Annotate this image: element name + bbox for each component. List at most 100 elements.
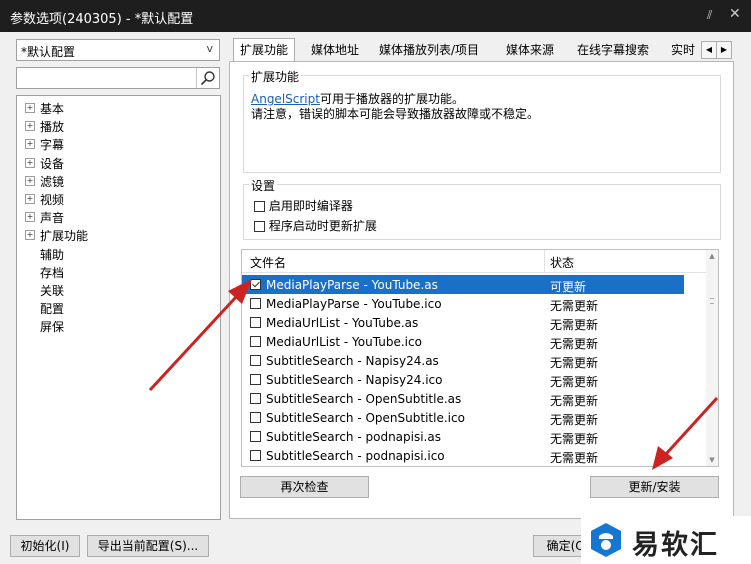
row-checkbox[interactable] [250, 298, 261, 309]
jit-checkbox[interactable] [254, 201, 265, 212]
preset-value: *默认配置 [21, 45, 76, 59]
tree-item-label: 设备 [40, 156, 65, 171]
expand-icon[interactable]: + [25, 121, 35, 132]
jit-option[interactable]: 启用即时编译器 [254, 197, 353, 214]
file-status: 无需更新 [550, 394, 599, 408]
table-row[interactable]: SubtitleSearch - OpenSubtitle.ico 无需更新 [242, 408, 684, 427]
settings-search-box[interactable] [16, 67, 220, 89]
row-checkbox[interactable] [250, 355, 261, 366]
scroll-down-icon[interactable]: ▼ [706, 454, 718, 466]
table-row[interactable]: SubtitleSearch - podnapisi.ico 无需更新 [242, 446, 684, 465]
tab-bar: 扩展功能 媒体地址 媒体播放列表/项目 媒体来源 在线字幕搜索 实时 [229, 38, 721, 62]
expand-icon[interactable]: + [25, 194, 35, 204]
row-checkbox[interactable] [250, 450, 261, 461]
settings-tree: + 基本 + 播放 + 字幕 + 设备 + 滤镜 + 视频 + 声音 + 扩展功能 辅助 存档 关联 配置 屏保 [16, 95, 221, 520]
expand-icon[interactable]: + [25, 212, 35, 223]
tab-2[interactable]: 媒体地址 [305, 40, 365, 60]
row-checkbox[interactable] [250, 393, 261, 404]
table-row[interactable]: SubtitleSearch - Napisy24.ico 无需更新 [242, 370, 684, 389]
row-checkbox[interactable] [250, 317, 261, 328]
update-install-button[interactable]: 更新/安装 [590, 476, 719, 498]
tab-3[interactable]: 媒体播放列表/项目 [373, 40, 485, 60]
extension-group-title: 扩展功能 [249, 68, 302, 85]
row-checkbox[interactable] [250, 412, 261, 423]
column-header-status[interactable]: 状态 [550, 254, 574, 271]
table-row[interactable]: MediaPlayParse - YouTube.as 可更新 [242, 275, 684, 294]
tab-6[interactable]: 实时 [665, 40, 701, 60]
search-input[interactable] [19, 69, 199, 87]
file-status: 无需更新 [550, 299, 599, 313]
table-row[interactable]: SubtitleSearch - Napisy24.as 无需更新 [242, 351, 684, 370]
tree-item-label: 滤镜 [40, 174, 65, 189]
tree-item-label: 存档 [40, 265, 65, 280]
file-name: MediaPlayParse - YouTube.as [266, 278, 438, 292]
file-status: 无需更新 [550, 318, 599, 332]
file-name: SubtitleSearch - OpenSubtitle.as [266, 392, 462, 406]
table-row[interactable]: MediaUrlList - YouTube.as 无需更新 [242, 313, 684, 332]
tab-5[interactable]: 在线字幕搜索 [571, 40, 655, 60]
file-name: SubtitleSearch - podnapisi.as [266, 430, 441, 444]
tree-item-label: 声音 [40, 211, 65, 226]
table-row[interactable]: MediaUrlList - YouTube.ico 无需更新 [242, 332, 684, 351]
init-button[interactable]: 初始化(I) [10, 535, 80, 557]
file-name: MediaUrlList - YouTube.as [266, 316, 419, 330]
watermark-text: 易软汇 [632, 530, 719, 561]
chevron-down-icon: v [206, 42, 213, 55]
recheck-button[interactable]: 再次检查 [240, 476, 369, 498]
expand-icon[interactable]: + [25, 103, 35, 113]
vertical-scrollbar[interactable]: ▲ ▼ [706, 250, 718, 466]
tree-item-label: 关联 [40, 284, 65, 298]
export-config-button[interactable]: 导出当前配置(S)... [87, 535, 209, 557]
file-name: SubtitleSearch - OpenSubtitle.ico [266, 411, 465, 425]
table-row[interactable]: SubtitleSearch - podnapisi.as 无需更新 [242, 427, 684, 446]
file-status: 可更新 [550, 280, 587, 294]
table-row[interactable]: MediaPlayParse - YouTube.ico 无需更新 [242, 294, 684, 313]
row-checkbox[interactable] [250, 374, 261, 385]
extension-file-list: 文件名 状态 MediaPlayParse - YouTube.as 可更新 Med… [241, 249, 719, 467]
expand-icon[interactable]: + [25, 157, 35, 168]
row-checkbox[interactable] [250, 336, 261, 347]
pin-icon[interactable]: ⫽ [707, 8, 712, 23]
tab-1[interactable]: 扩展功能 [233, 38, 296, 62]
tree-item-label: 屏保 [40, 320, 65, 335]
file-name: SubtitleSearch - Napisy24.ico [266, 373, 443, 387]
tree-item-label: 配置 [40, 302, 65, 317]
file-name: SubtitleSearch - Napisy24.as [266, 354, 439, 368]
expand-icon[interactable]: + [25, 139, 35, 150]
preset-dropdown[interactable]: *默认配置 v [16, 39, 220, 61]
jit-label: 启用即时编译器 [268, 199, 353, 213]
auto-update-option[interactable]: 程序启动时更新扩展 [254, 217, 377, 234]
auto-update-label: 程序启动时更新扩展 [268, 219, 377, 233]
tab-scroll-left-icon[interactable]: ◀ [701, 41, 717, 59]
list-header: 文件名 状态 [242, 250, 706, 273]
watermark: 易软汇 [581, 516, 751, 564]
scroll-up-icon[interactable]: ▲ [706, 250, 718, 262]
file-name: MediaPlayParse - YouTube.ico [266, 297, 442, 311]
close-icon[interactable]: ✕ [729, 6, 741, 22]
row-checkbox[interactable] [250, 431, 261, 442]
row-checkbox[interactable] [250, 279, 261, 290]
file-status: 无需更新 [550, 451, 599, 465]
tab-scroll-right-icon[interactable]: ▶ [716, 41, 732, 59]
column-header-filename[interactable]: 文件名 [250, 254, 286, 271]
tab-4[interactable]: 媒体来源 [500, 40, 560, 60]
tree-item-label: 辅助 [40, 247, 65, 262]
search-icon [200, 71, 215, 86]
file-name: SubtitleSearch - podnapisi.ico [266, 449, 445, 463]
column-divider[interactable] [544, 250, 545, 272]
window-title: 参数选项(240305) - *默认配置 [10, 12, 194, 27]
auto-update-checkbox[interactable] [254, 221, 265, 232]
expand-icon[interactable]: + [25, 175, 35, 186]
angelscript-link[interactable]: AngelScript [251, 92, 320, 106]
tree-item-label: 基本 [40, 102, 65, 116]
scroll-grip-icon[interactable] [710, 298, 714, 304]
search-button[interactable] [196, 68, 219, 88]
table-row[interactable]: SubtitleSearch - OpenSubtitle.as 无需更新 [242, 389, 684, 408]
file-status: 无需更新 [550, 337, 599, 351]
file-name: MediaUrlList - YouTube.ico [266, 335, 422, 349]
file-status: 无需更新 [550, 432, 599, 446]
expand-icon[interactable]: + [25, 230, 35, 241]
watermark-logo-icon [591, 523, 621, 557]
tree-item-label: 视频 [40, 193, 65, 207]
tree-item-label: 播放 [40, 120, 65, 135]
